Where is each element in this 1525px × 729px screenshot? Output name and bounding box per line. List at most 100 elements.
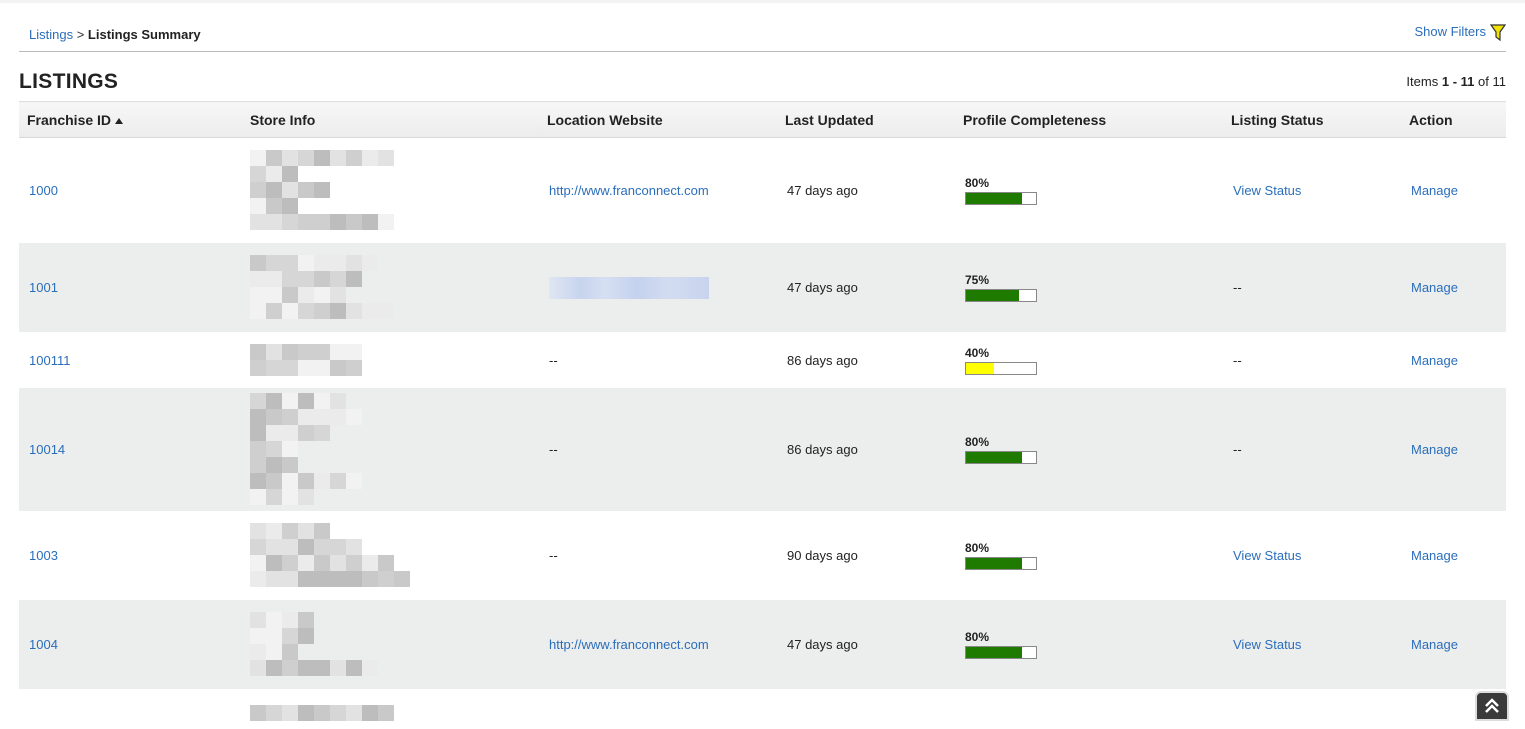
- location-website-empty: --: [549, 548, 558, 563]
- action-cell: Manage: [1401, 243, 1506, 332]
- franchise-id-cell: 1000: [19, 138, 242, 244]
- redacted-store-info: [242, 388, 539, 511]
- view-status-link[interactable]: View Status: [1233, 637, 1301, 652]
- franchise-id-link[interactable]: 1004: [29, 637, 58, 652]
- manage-link[interactable]: Manage: [1411, 353, 1458, 368]
- redacted-store-info: [242, 511, 539, 600]
- manage-link[interactable]: Manage: [1411, 442, 1458, 457]
- location-website-cell: --: [539, 332, 777, 388]
- items-total: 11: [1492, 74, 1507, 89]
- redacted-store-info: [242, 689, 539, 729]
- franchise-id-link[interactable]: 10014: [29, 442, 65, 457]
- completeness-bar: [965, 192, 1037, 205]
- redacted-store-info: [242, 600, 539, 689]
- redacted-store-info: [242, 138, 539, 243]
- completeness-bar: [965, 289, 1037, 302]
- top-border: [0, 0, 1525, 3]
- last-updated-cell: 86 days ago: [787, 352, 858, 368]
- listing-status-cell: View Status: [1223, 138, 1401, 244]
- breadcrumb: Listings > Listings Summary: [29, 27, 201, 42]
- profile-completeness-cell: 80%: [955, 138, 1223, 244]
- completeness-bar: [965, 361, 1037, 375]
- manage-link[interactable]: Manage: [1411, 280, 1458, 295]
- store-info-cell: [242, 689, 539, 729]
- view-status-link[interactable]: View Status: [1233, 548, 1301, 563]
- franchise-id-cell: 1003: [19, 511, 242, 600]
- action-cell: Manage: [1401, 138, 1506, 244]
- double-chevron-up-icon[interactable]: [1483, 697, 1501, 715]
- items-to: 11: [1460, 74, 1475, 89]
- table-row: 1003 -- 90 days ago 80% View Status Manage: [19, 511, 1506, 600]
- last-updated-cell: 86 days ago: [777, 388, 955, 511]
- page-title: LISTINGS: [19, 70, 119, 93]
- redacted-store-info: [242, 332, 539, 388]
- listing-status-empty: --: [1233, 442, 1242, 457]
- completeness-bar-fill: [966, 290, 1019, 301]
- profile-completeness-cell: 80%: [955, 511, 1223, 600]
- column-header-profile-completeness: Profile Completeness: [955, 101, 1223, 138]
- table-row: 10014 -- 86 days ago 80% -- Manage: [19, 388, 1506, 511]
- breadcrumb-bar: Listings > Listings Summary Show Filters: [19, 22, 1506, 52]
- completeness-bar: [965, 451, 1037, 464]
- location-website-cell: --: [539, 388, 777, 511]
- profile-completeness-cell: 40%: [955, 332, 1223, 388]
- table-row: 1004 http://www.franconnect.com 47 days ag…: [19, 600, 1506, 689]
- table-row: [19, 689, 1506, 729]
- franchise-id-link[interactable]: 1001: [29, 280, 58, 295]
- show-filters-label[interactable]: Show Filters: [1414, 24, 1486, 39]
- franchise-id-link[interactable]: 100111: [29, 353, 70, 368]
- sort-ascending-icon[interactable]: [115, 117, 124, 124]
- store-info-cell: [242, 332, 539, 388]
- empty-cell: [19, 689, 242, 729]
- profile-completeness-cell: 75%: [955, 243, 1223, 332]
- manage-link[interactable]: Manage: [1411, 548, 1458, 563]
- scroll-to-top-button[interactable]: [1475, 691, 1509, 721]
- location-website-cell: http://www.franconnect.com: [539, 600, 777, 689]
- store-info-cell: [242, 511, 539, 600]
- location-website-link[interactable]: http://www.franconnect.com: [549, 183, 709, 198]
- breadcrumb-current: Listings Summary: [87, 27, 201, 42]
- location-website-cell: --: [539, 511, 777, 600]
- completeness-percent: 75%: [965, 273, 990, 287]
- action-cell: Manage: [1401, 511, 1506, 600]
- listing-status-empty: --: [1233, 280, 1242, 295]
- location-website-cell: [539, 243, 777, 332]
- profile-completeness-cell: 80%: [955, 388, 1223, 511]
- listing-status-cell: --: [1223, 332, 1401, 388]
- last-updated-cell: 47 days ago: [777, 600, 955, 689]
- manage-link[interactable]: Manage: [1411, 637, 1458, 652]
- listing-status-cell: View Status: [1223, 511, 1401, 600]
- completeness-percent: 80%: [965, 176, 990, 190]
- table-row: 1001 47 days ago 75% -- Manage: [19, 243, 1506, 332]
- manage-link[interactable]: Manage: [1411, 183, 1458, 198]
- listing-status-empty: --: [1233, 352, 1242, 368]
- franchise-id-link[interactable]: 1000: [29, 183, 58, 198]
- empty-cell: [1223, 689, 1401, 729]
- breadcrumb-separator: >: [76, 27, 85, 42]
- column-header-location-website: Location Website: [539, 101, 777, 138]
- store-info-cell: [242, 600, 539, 689]
- location-website-link[interactable]: http://www.franconnect.com: [549, 637, 709, 652]
- completeness-bar: [965, 646, 1037, 659]
- completeness-percent: 80%: [965, 435, 990, 449]
- store-info-cell: [242, 138, 539, 244]
- completeness-bar: [965, 557, 1037, 570]
- column-header-franchise-id[interactable]: Franchise ID: [19, 101, 242, 138]
- breadcrumb-listings-link[interactable]: Listings: [29, 27, 73, 42]
- column-header-action: Action: [1401, 101, 1506, 138]
- items-from: 1: [1441, 74, 1450, 89]
- funnel-icon[interactable]: [1490, 24, 1506, 42]
- franchise-id-link[interactable]: 1003: [29, 548, 58, 563]
- listing-status-cell: View Status: [1223, 600, 1401, 689]
- column-header-listing-status: Listing Status: [1223, 101, 1401, 138]
- franchise-id-cell: 1004: [19, 600, 242, 689]
- items-count: Items 1 - 11 of 11: [1406, 74, 1506, 89]
- table-header-row: Franchise ID Store Info Location Website…: [19, 101, 1506, 138]
- empty-cell: [539, 689, 777, 729]
- show-filters-button[interactable]: Show Filters: [1414, 24, 1506, 42]
- items-dash: -: [1452, 74, 1458, 89]
- franchise-id-cell: 100111: [19, 332, 242, 388]
- location-website-empty: --: [549, 442, 558, 457]
- listing-status-cell: --: [1223, 243, 1401, 332]
- view-status-link[interactable]: View Status: [1233, 183, 1301, 198]
